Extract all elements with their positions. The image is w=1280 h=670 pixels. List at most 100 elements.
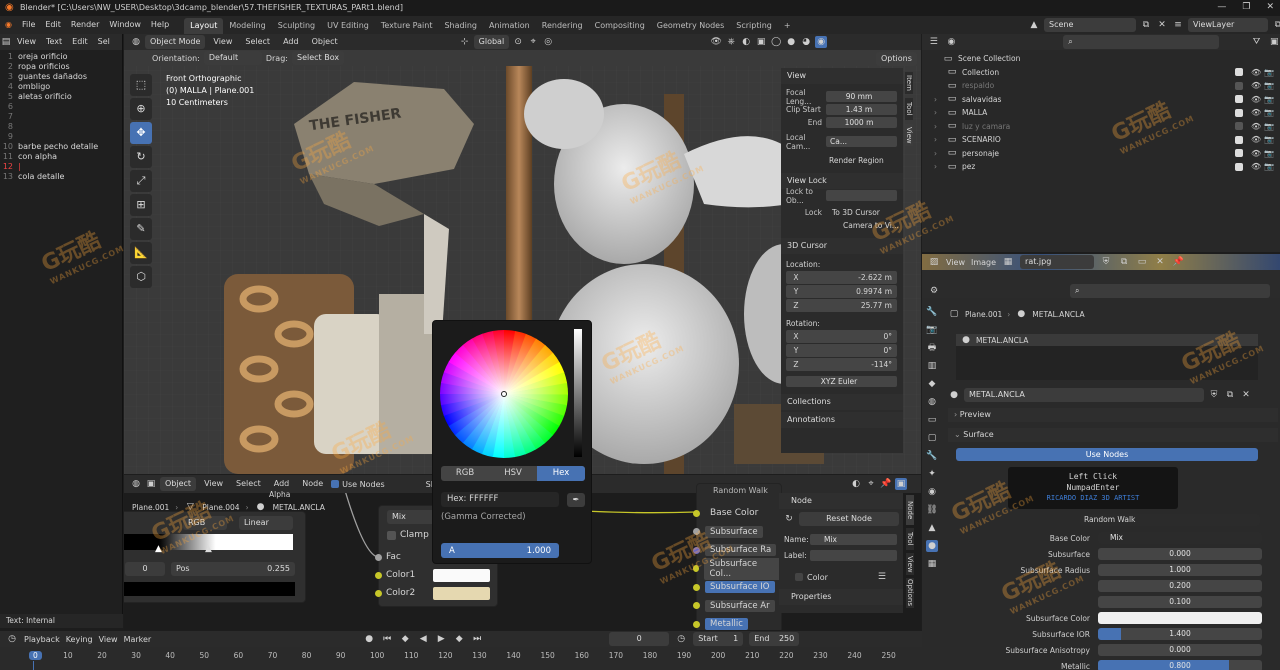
new-collection-icon[interactable]: ▣: [1268, 36, 1280, 48]
expand-arrow-icon[interactable]: ›: [934, 122, 946, 131]
node-menu-select[interactable]: Select: [231, 475, 266, 493]
text-editor[interactable]: ▤ View Text Edit Sel 1 oreja orificio 2 rop…: [0, 34, 123, 628]
viewport-menu-add[interactable]: Add: [278, 34, 304, 50]
cursor-rotation-y-field[interactable]: Y 0°: [786, 344, 897, 357]
text-menu-edit[interactable]: Edit: [67, 34, 93, 50]
material-name-field[interactable]: METAL.ANCLA: [964, 388, 1204, 402]
preview-panel[interactable]: › Preview: [948, 408, 1278, 422]
clamp-checkbox[interactable]: [387, 530, 396, 540]
ramp-stop-color[interactable]: [124, 582, 295, 596]
exclude-checkbox[interactable]: [1235, 135, 1243, 144]
overlay-icon[interactable]: ◐: [740, 36, 752, 48]
tab-shading[interactable]: Shading: [438, 18, 483, 34]
image-editor[interactable]: ▨ View Image ▦ rat.jpg ⛨ ⧉ ▭ ✕ 📌: [922, 254, 1280, 284]
bsdf-input[interactable]: Subsurface Col...: [693, 557, 781, 580]
property-value[interactable]: 0.000: [1098, 644, 1262, 656]
visibility-eye-icon[interactable]: 👁: [1251, 162, 1261, 171]
unlink-image-icon[interactable]: ✕: [1154, 256, 1166, 268]
viewport-menu-view[interactable]: View: [208, 34, 237, 50]
principled-bsdf-node[interactable]: Random Walk Base Color Subsurface Subsurfa…: [693, 483, 782, 630]
tab-item[interactable]: Item: [905, 72, 913, 94]
node-backdrop-icon[interactable]: ▣: [895, 478, 907, 490]
tab-view[interactable]: View: [905, 124, 913, 146]
rotate-tool-icon[interactable]: ↻: [130, 146, 152, 168]
object-tab-icon[interactable]: ▢: [926, 432, 938, 444]
shading-wire-icon[interactable]: ◯: [770, 36, 782, 48]
cursor-location-x-field[interactable]: X -2.622 m: [786, 271, 897, 284]
code-line[interactable]: 6: [0, 102, 122, 112]
view-layer-tab-icon[interactable]: ▥: [926, 360, 938, 372]
text-menu-text[interactable]: Text: [41, 34, 67, 50]
visibility-icon[interactable]: 👁: [710, 36, 722, 48]
property-value[interactable]: Mix: [1098, 532, 1262, 544]
tab-texture-paint[interactable]: Texture Paint: [375, 18, 439, 34]
value-slider[interactable]: [574, 329, 582, 457]
scene-delete-icon[interactable]: ✕: [1156, 19, 1168, 31]
tab-rgb[interactable]: RGB: [441, 466, 489, 481]
menu-render[interactable]: Render: [66, 16, 104, 34]
filter-icon[interactable]: ⛛: [1251, 36, 1263, 48]
menu-file[interactable]: File: [17, 16, 40, 34]
expand-arrow-icon[interactable]: ›: [934, 108, 946, 117]
property-value[interactable]: 0.800: [1098, 660, 1262, 670]
tab-layout[interactable]: Layout: [184, 18, 224, 34]
color1-input[interactable]: Color1: [375, 570, 415, 580]
pivot-icon[interactable]: ⊙: [512, 36, 524, 48]
fake-user-icon[interactable]: ⛨: [1100, 256, 1112, 268]
code-line[interactable]: 8: [0, 122, 122, 132]
color1-socket[interactable]: [375, 571, 382, 579]
menu-edit[interactable]: Edit: [40, 16, 66, 34]
outliner-item[interactable]: › ▭ MALLA 👁 📷: [922, 106, 1280, 120]
property-value[interactable]: 1.000: [1098, 564, 1262, 576]
render-camera-icon[interactable]: 📷: [1264, 162, 1274, 171]
code-area[interactable]: 1 oreja orificio 2 ropa orificios 3 guantes d…: [0, 50, 122, 182]
tab-geometry-nodes[interactable]: Geometry Nodes: [651, 18, 730, 34]
timeline-ruler[interactable]: 0 10 20 30 40 50 60 70 80 90 100 110 120 130 140 150 160…: [0, 631, 922, 670]
exclude-checkbox[interactable]: [1235, 108, 1243, 117]
outliner-editor-icon[interactable]: ☰: [928, 36, 940, 48]
color-picker-popup[interactable]: RGB HSV Hex Hex: FFFFFF ✒ (Gamma Correct…: [432, 320, 592, 564]
subsurface-method-selector[interactable]: Random Walk: [1080, 514, 1260, 526]
bsdf-input[interactable]: Subsurface: [693, 523, 781, 542]
annotate-tool-icon[interactable]: ✎: [130, 218, 152, 240]
tab-scripting[interactable]: Scripting: [730, 18, 778, 34]
drag-selector[interactable]: Select Box: [291, 51, 345, 65]
outliner-item[interactable]: › ▭ luz y camara 👁 📷: [922, 120, 1280, 134]
node-color-checkbox[interactable]: [795, 573, 803, 581]
node-color-presets-icon[interactable]: ☰: [876, 571, 888, 583]
snap-icon[interactable]: ⌖: [527, 36, 539, 48]
tab-sculpting[interactable]: Sculpting: [272, 18, 321, 34]
cursor-rotation-z-field[interactable]: Z -114°: [786, 358, 897, 371]
bsdf-socket[interactable]: [693, 546, 700, 554]
mode-selector[interactable]: Object Mode: [145, 35, 206, 49]
ramp-pos-field[interactable]: Pos 0.255: [171, 562, 295, 576]
fac-input[interactable]: Fac: [375, 552, 401, 562]
shading-rendered-icon[interactable]: ◉: [815, 36, 828, 48]
cursor-rotation-x-field[interactable]: X 0°: [786, 330, 897, 343]
gizmo-icon[interactable]: ⎈: [725, 36, 737, 48]
viewport-menu-object[interactable]: Object: [307, 34, 343, 50]
visibility-eye-icon[interactable]: 👁: [1251, 135, 1261, 144]
visibility-eye-icon[interactable]: 👁: [1251, 81, 1261, 90]
outliner-item[interactable]: › ▭ personaje 👁 📷: [922, 147, 1280, 161]
lock-to-object-field[interactable]: [826, 190, 897, 201]
bsdf-socket[interactable]: [693, 565, 700, 573]
render-camera-icon[interactable]: 📷: [1264, 149, 1274, 158]
properties-editor-icon[interactable]: ⚙: [928, 285, 940, 297]
visibility-eye-icon[interactable]: 👁: [1251, 122, 1261, 131]
viewport-editor-icon[interactable]: ◍: [130, 36, 142, 48]
image-menu-view[interactable]: View: [946, 258, 965, 267]
tab-rendering[interactable]: Rendering: [536, 18, 589, 34]
scale-tool-icon[interactable]: ⤢: [130, 170, 152, 192]
transform-tool-icon[interactable]: ⊞: [130, 194, 152, 216]
visibility-eye-icon[interactable]: 👁: [1251, 108, 1261, 117]
constraints-tab-icon[interactable]: ⛓: [926, 504, 938, 516]
ramp-interp-selector[interactable]: Linear: [239, 516, 293, 530]
node-overlay-icon[interactable]: ◐: [850, 478, 862, 490]
render-camera-icon[interactable]: 📷: [1264, 122, 1274, 131]
code-line[interactable]: 10 barbe pecho detalle: [0, 142, 122, 152]
physics-tab-icon[interactable]: ◉: [926, 486, 938, 498]
scene-tab-icon[interactable]: ◆: [926, 378, 938, 390]
browse-material-icon[interactable]: ●: [948, 389, 960, 401]
orientation-selector[interactable]: Default: [203, 51, 262, 65]
